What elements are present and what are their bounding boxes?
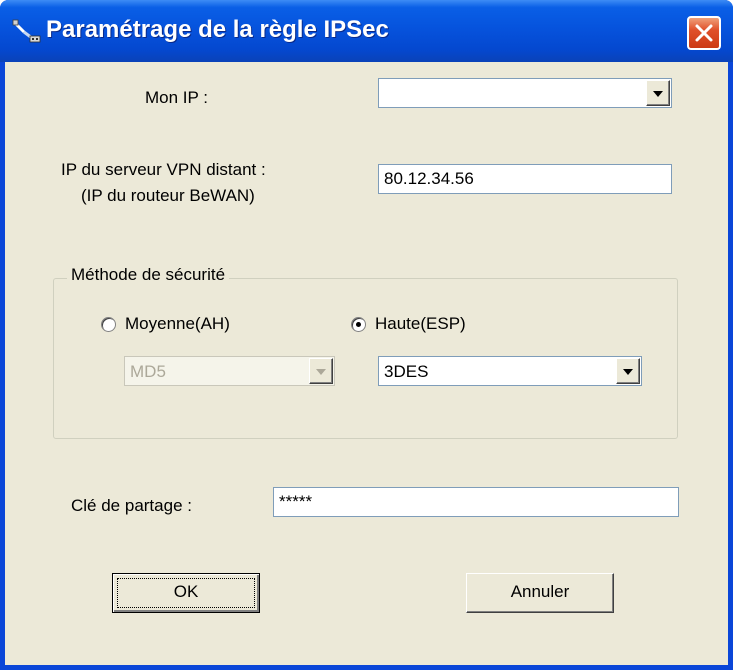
dropdown-arrow-icon[interactable] bbox=[616, 358, 640, 384]
close-icon bbox=[695, 24, 713, 42]
ah-algorithm-combobox: MD5 bbox=[124, 356, 335, 386]
ok-button-label: OK bbox=[173, 582, 199, 601]
shared-key-input[interactable] bbox=[273, 487, 679, 517]
remote-vpn-label: IP du serveur VPN distant : bbox=[61, 160, 266, 179]
esp-algorithm-combobox[interactable]: 3DES bbox=[378, 356, 642, 386]
close-button[interactable] bbox=[687, 16, 721, 50]
dialog-body: Mon IP : IP du serveur VPN distant : (IP… bbox=[5, 62, 728, 665]
ipsec-rule-dialog: Paramétrage de la règle IPSec Mon IP : I… bbox=[0, 0, 733, 670]
title-bar[interactable]: Paramétrage de la règle IPSec bbox=[0, 0, 733, 62]
radio-medium-ah-label[interactable]: Moyenne(AH) bbox=[125, 314, 230, 334]
security-method-legend: Méthode de sécurité bbox=[67, 265, 230, 285]
my-ip-label: Mon IP : bbox=[145, 88, 208, 107]
remote-vpn-sublabel: (IP du routeur BeWAN) bbox=[81, 186, 255, 205]
dropdown-arrow-icon bbox=[309, 358, 333, 384]
my-ip-combobox[interactable] bbox=[378, 78, 672, 108]
radio-medium-ah[interactable] bbox=[101, 317, 116, 332]
esp-algorithm-value: 3DES bbox=[384, 362, 429, 381]
window-title: Paramétrage de la règle IPSec bbox=[46, 16, 389, 43]
ok-button[interactable]: OK bbox=[112, 573, 260, 613]
remote-vpn-ip-input[interactable] bbox=[378, 164, 672, 194]
shared-key-label: Clé de partage : bbox=[71, 496, 192, 515]
cancel-button[interactable]: Annuler bbox=[466, 573, 614, 613]
dropdown-arrow-icon[interactable] bbox=[646, 80, 670, 106]
radio-high-esp-label[interactable]: Haute(ESP) bbox=[375, 314, 466, 334]
network-cable-icon bbox=[12, 18, 42, 44]
cancel-button-label: Annuler bbox=[510, 582, 570, 601]
radio-high-esp[interactable] bbox=[351, 317, 366, 332]
ah-algorithm-value: MD5 bbox=[130, 362, 166, 381]
